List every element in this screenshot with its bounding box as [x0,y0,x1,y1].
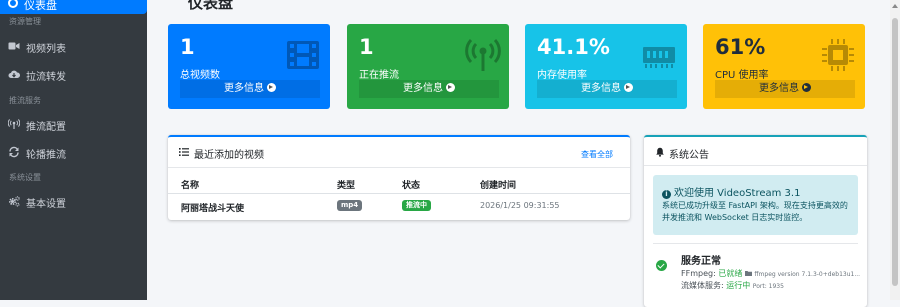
card-header: 最近添加的视频 查看全部 [168,137,630,168]
status-badge: 推流中 [402,200,431,211]
recent-videos-card: 最近添加的视频 查看全部 名称 类型 状态 创建时间 阿丽塔战斗天使 mp4 推… [168,135,630,220]
welcome-alert: i 欢迎使用 VideoStream 3.1 系统已成功升级至 FastAPI 架… [653,175,858,235]
folder-icon [744,271,752,276]
scroll-up-arrow-icon[interactable] [892,4,898,8]
ffmpeg-version: ffmpeg version 7.1.3-0+deb13u1... [754,271,861,278]
sidebar-item-carousel-push[interactable]: 轮播推流 [0,139,147,165]
card-title: 最近添加的视频 [194,150,264,161]
stat-box-streaming: 1 正在推流 更多信息 [347,24,509,109]
sidebar-item-video-list[interactable]: 视频列表 [0,33,147,59]
bell-icon [656,147,664,157]
sidebar-item-label: 基本设置 [26,199,66,210]
stat-label: 正在推流 [359,70,399,81]
microchip-icon [822,39,854,71]
sidebar-item-pull-stream[interactable]: 拉流转发 [0,61,147,87]
media-port: Port: 1935 [752,283,784,290]
memory-icon [643,47,675,68]
arrow-circle-right-icon [624,83,633,92]
ffmpeg-status-line: FFmpeg: 已就绪 ffmpeg version 7.1.3-0+deb13… [681,268,860,279]
arrow-circle-right-icon [446,83,455,92]
more-info-link[interactable]: 更多信息 [537,80,677,98]
alert-body: 系统已成功升级至 FastAPI 架构。现在支持更高效的并发推流和 WebSoc… [662,201,848,222]
sync-icon [9,146,19,158]
sidebar-item-label: 视频列表 [26,44,66,55]
media-status: 运行中 [726,281,751,290]
sidebar-item-label: 仪表盘 [24,0,57,12]
media-label: 流媒体服务: [681,281,724,290]
stat-value: 1 [180,35,195,59]
sidebar-item-dashboard[interactable]: 仪表盘 [0,0,147,14]
sidebar-item-push-config[interactable]: 推流配置 [0,111,147,137]
column-header-status: 状态 [402,181,421,191]
more-info-label: 更多信息 [759,83,799,94]
service-status-title: 服务正常 [681,256,721,267]
cloud-download-icon [8,70,20,78]
sidebar-section-header: 推流服务 [9,96,41,105]
stat-value: 41.1% [537,35,610,59]
page-title: 仪表盘 [188,0,234,12]
sidebar: 仪表盘 资源管理 视频列表 拉流转发 推流服务 推流配置 轮播推流 系统设置 基… [0,0,147,300]
stat-value: 1 [359,35,374,59]
more-info-label: 更多信息 [403,83,443,94]
more-info-link[interactable]: 更多信息 [359,80,499,98]
table-row[interactable]: 阿丽塔战斗天使 mp4 推流中 2026/1/25 09:31:55 [168,194,630,218]
ffmpeg-status: 已就绪 [718,269,743,278]
alert-title: 欢迎使用 VideoStream 3.1 [674,188,801,199]
check-circle-icon [656,260,667,271]
view-all-link[interactable]: 查看全部 [581,149,613,160]
sidebar-item-label: 推流配置 [26,122,66,133]
card-title: 系统公告 [669,150,709,161]
stat-value: 61% [715,35,766,59]
column-header-type: 类型 [337,181,356,191]
stat-box-cpu: 61% CPU 使用率 更多信息 [703,24,865,109]
table-header: 名称 类型 状态 创建时间 [168,171,630,194]
more-info-label: 更多信息 [581,83,621,94]
system-notice-card: 系统公告 i 欢迎使用 VideoStream 3.1 系统已成功升级至 Fast… [644,135,867,307]
more-info-link[interactable]: 更多信息 [180,80,320,98]
stat-box-memory: 41.1% 内存使用率 更多信息 [525,24,687,109]
type-badge: mp4 [337,200,363,211]
stat-label: 总视频数 [180,70,220,81]
sidebar-item-label: 拉流转发 [26,72,66,83]
more-info-link[interactable]: 更多信息 [715,80,855,98]
sidebar-section-header: 资源管理 [9,17,41,26]
column-header-created: 创建时间 [480,181,517,191]
sidebar-item-basic-settings[interactable]: 基本设置 [0,188,147,214]
arrow-circle-right-icon [802,83,811,92]
film-icon [287,41,319,69]
card-header: 系统公告 [644,137,867,166]
tachometer-icon [8,0,18,8]
video-name: 阿丽塔战斗天使 [181,204,245,214]
broadcast-icon [8,119,20,129]
sidebar-item-label: 轮播推流 [26,150,66,161]
broadcast-tower-icon [465,38,501,71]
divider [653,243,858,244]
sidebar-section-header: 系统设置 [9,173,41,182]
column-header-name: 名称 [181,181,200,191]
list-icon [179,148,189,156]
info-circle-icon: i [662,190,671,199]
stat-box-total-videos: 1 总视频数 更多信息 [168,24,330,109]
page-scrollbar[interactable] [890,0,900,300]
stat-label: 内存使用率 [537,70,587,81]
media-service-status-line: 流媒体服务: 运行中 Port: 1935 [681,280,784,291]
more-info-label: 更多信息 [224,83,264,94]
created-time: 2026/1/25 09:31:55 [480,201,560,210]
video-icon [8,42,20,50]
stat-label: CPU 使用率 [715,70,769,81]
scrollbar-thumb[interactable] [892,18,898,286]
cogs-icon [9,196,20,207]
arrow-circle-right-icon [267,83,276,92]
ffmpeg-label: FFmpeg: [681,269,716,278]
